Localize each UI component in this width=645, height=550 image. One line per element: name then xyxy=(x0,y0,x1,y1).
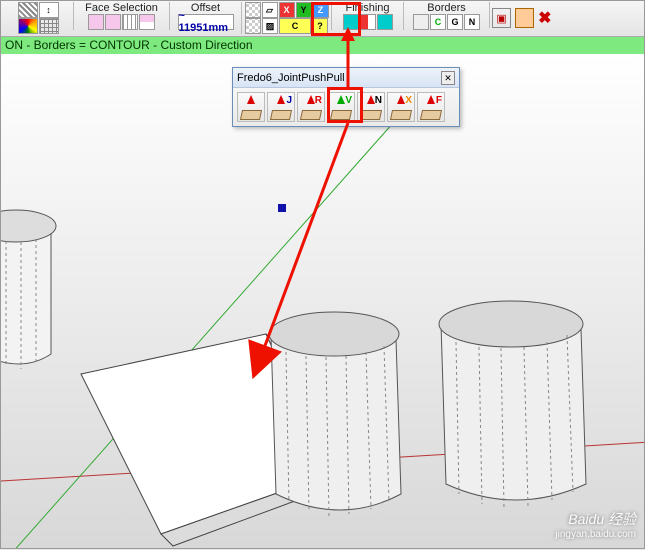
watermark: Baidu 经验 jingyan.baidu.com xyxy=(555,512,636,542)
finishing-2-button[interactable] xyxy=(360,14,376,30)
scene-svg xyxy=(1,54,644,548)
offset-value-button[interactable]: ~ 11951mm xyxy=(178,14,234,30)
push-joint-button[interactable]: J xyxy=(267,92,295,122)
preview2-button[interactable] xyxy=(245,18,261,34)
push-classic-button[interactable] xyxy=(237,92,265,122)
borders-g-button[interactable]: G xyxy=(447,14,463,30)
borders-c-button[interactable]: C xyxy=(430,14,446,30)
finishing-label: Finishing xyxy=(345,2,389,14)
axis-z-button[interactable]: Z xyxy=(313,2,329,18)
cancel-button[interactable]: ✖ xyxy=(538,8,557,28)
push-normal-button[interactable]: N xyxy=(357,92,385,122)
viewport-3d[interactable] xyxy=(1,54,644,548)
finishing-3-button[interactable] xyxy=(377,14,393,30)
borders-n-button[interactable]: N xyxy=(464,14,480,30)
status-bar: ON - Borders = CONTOUR - Custom Directio… xyxy=(1,37,644,54)
watermark-brand: Baidu 经验 xyxy=(568,511,636,527)
preview-button[interactable] xyxy=(245,2,261,18)
push-round-button[interactable]: R xyxy=(297,92,325,122)
push-extrude-button[interactable]: X xyxy=(387,92,415,122)
face-sel-2-button[interactable] xyxy=(105,14,121,30)
top-toolbar: ↕ Face Selection Offset ~ 11951mm ▱ X Y … xyxy=(1,1,644,37)
palette-title-text: Fredo6_JointPushPull xyxy=(237,68,345,88)
face-sel-4-button[interactable] xyxy=(139,14,155,30)
watermark-url: jingyan.baidu.com xyxy=(555,527,636,542)
palette-titlebar[interactable]: Fredo6_JointPushPull ✕ xyxy=(233,68,459,88)
push-vector-button[interactable]: V xyxy=(327,92,355,122)
hatch-toggle-button[interactable] xyxy=(18,2,38,18)
grid-toggle-button[interactable] xyxy=(39,18,59,34)
wireframe-cube-button[interactable]: ▣ xyxy=(492,8,511,28)
push-follow-button[interactable]: F xyxy=(417,92,445,122)
face-selection-label: Face Selection xyxy=(85,2,158,14)
plane2-button[interactable]: ▨ xyxy=(262,18,278,34)
finishing-1-button[interactable] xyxy=(343,14,359,30)
plane-button[interactable]: ▱ xyxy=(262,2,278,18)
jointpushpull-palette: Fredo6_JointPushPull ✕ J R V N X F xyxy=(232,67,460,127)
axis-x-button[interactable]: X xyxy=(279,2,295,18)
axis-c-button[interactable]: C xyxy=(279,18,311,34)
face-sel-1-button[interactable] xyxy=(88,14,104,30)
borders-label: Borders xyxy=(427,2,466,14)
palette-close-button[interactable]: ✕ xyxy=(441,71,455,85)
borders-opt1-button[interactable] xyxy=(413,14,429,30)
axis-q-button[interactable]: ? xyxy=(312,18,328,34)
palette-button[interactable] xyxy=(18,18,38,34)
palette-body: J R V N X F xyxy=(233,88,459,126)
anchor-point-icon xyxy=(278,204,286,212)
arrow-toggle-button[interactable]: ↕ xyxy=(39,2,59,18)
axis-y-button[interactable]: Y xyxy=(296,2,312,18)
solid-cube-button[interactable] xyxy=(515,8,534,28)
face-sel-3-button[interactable] xyxy=(122,14,138,30)
